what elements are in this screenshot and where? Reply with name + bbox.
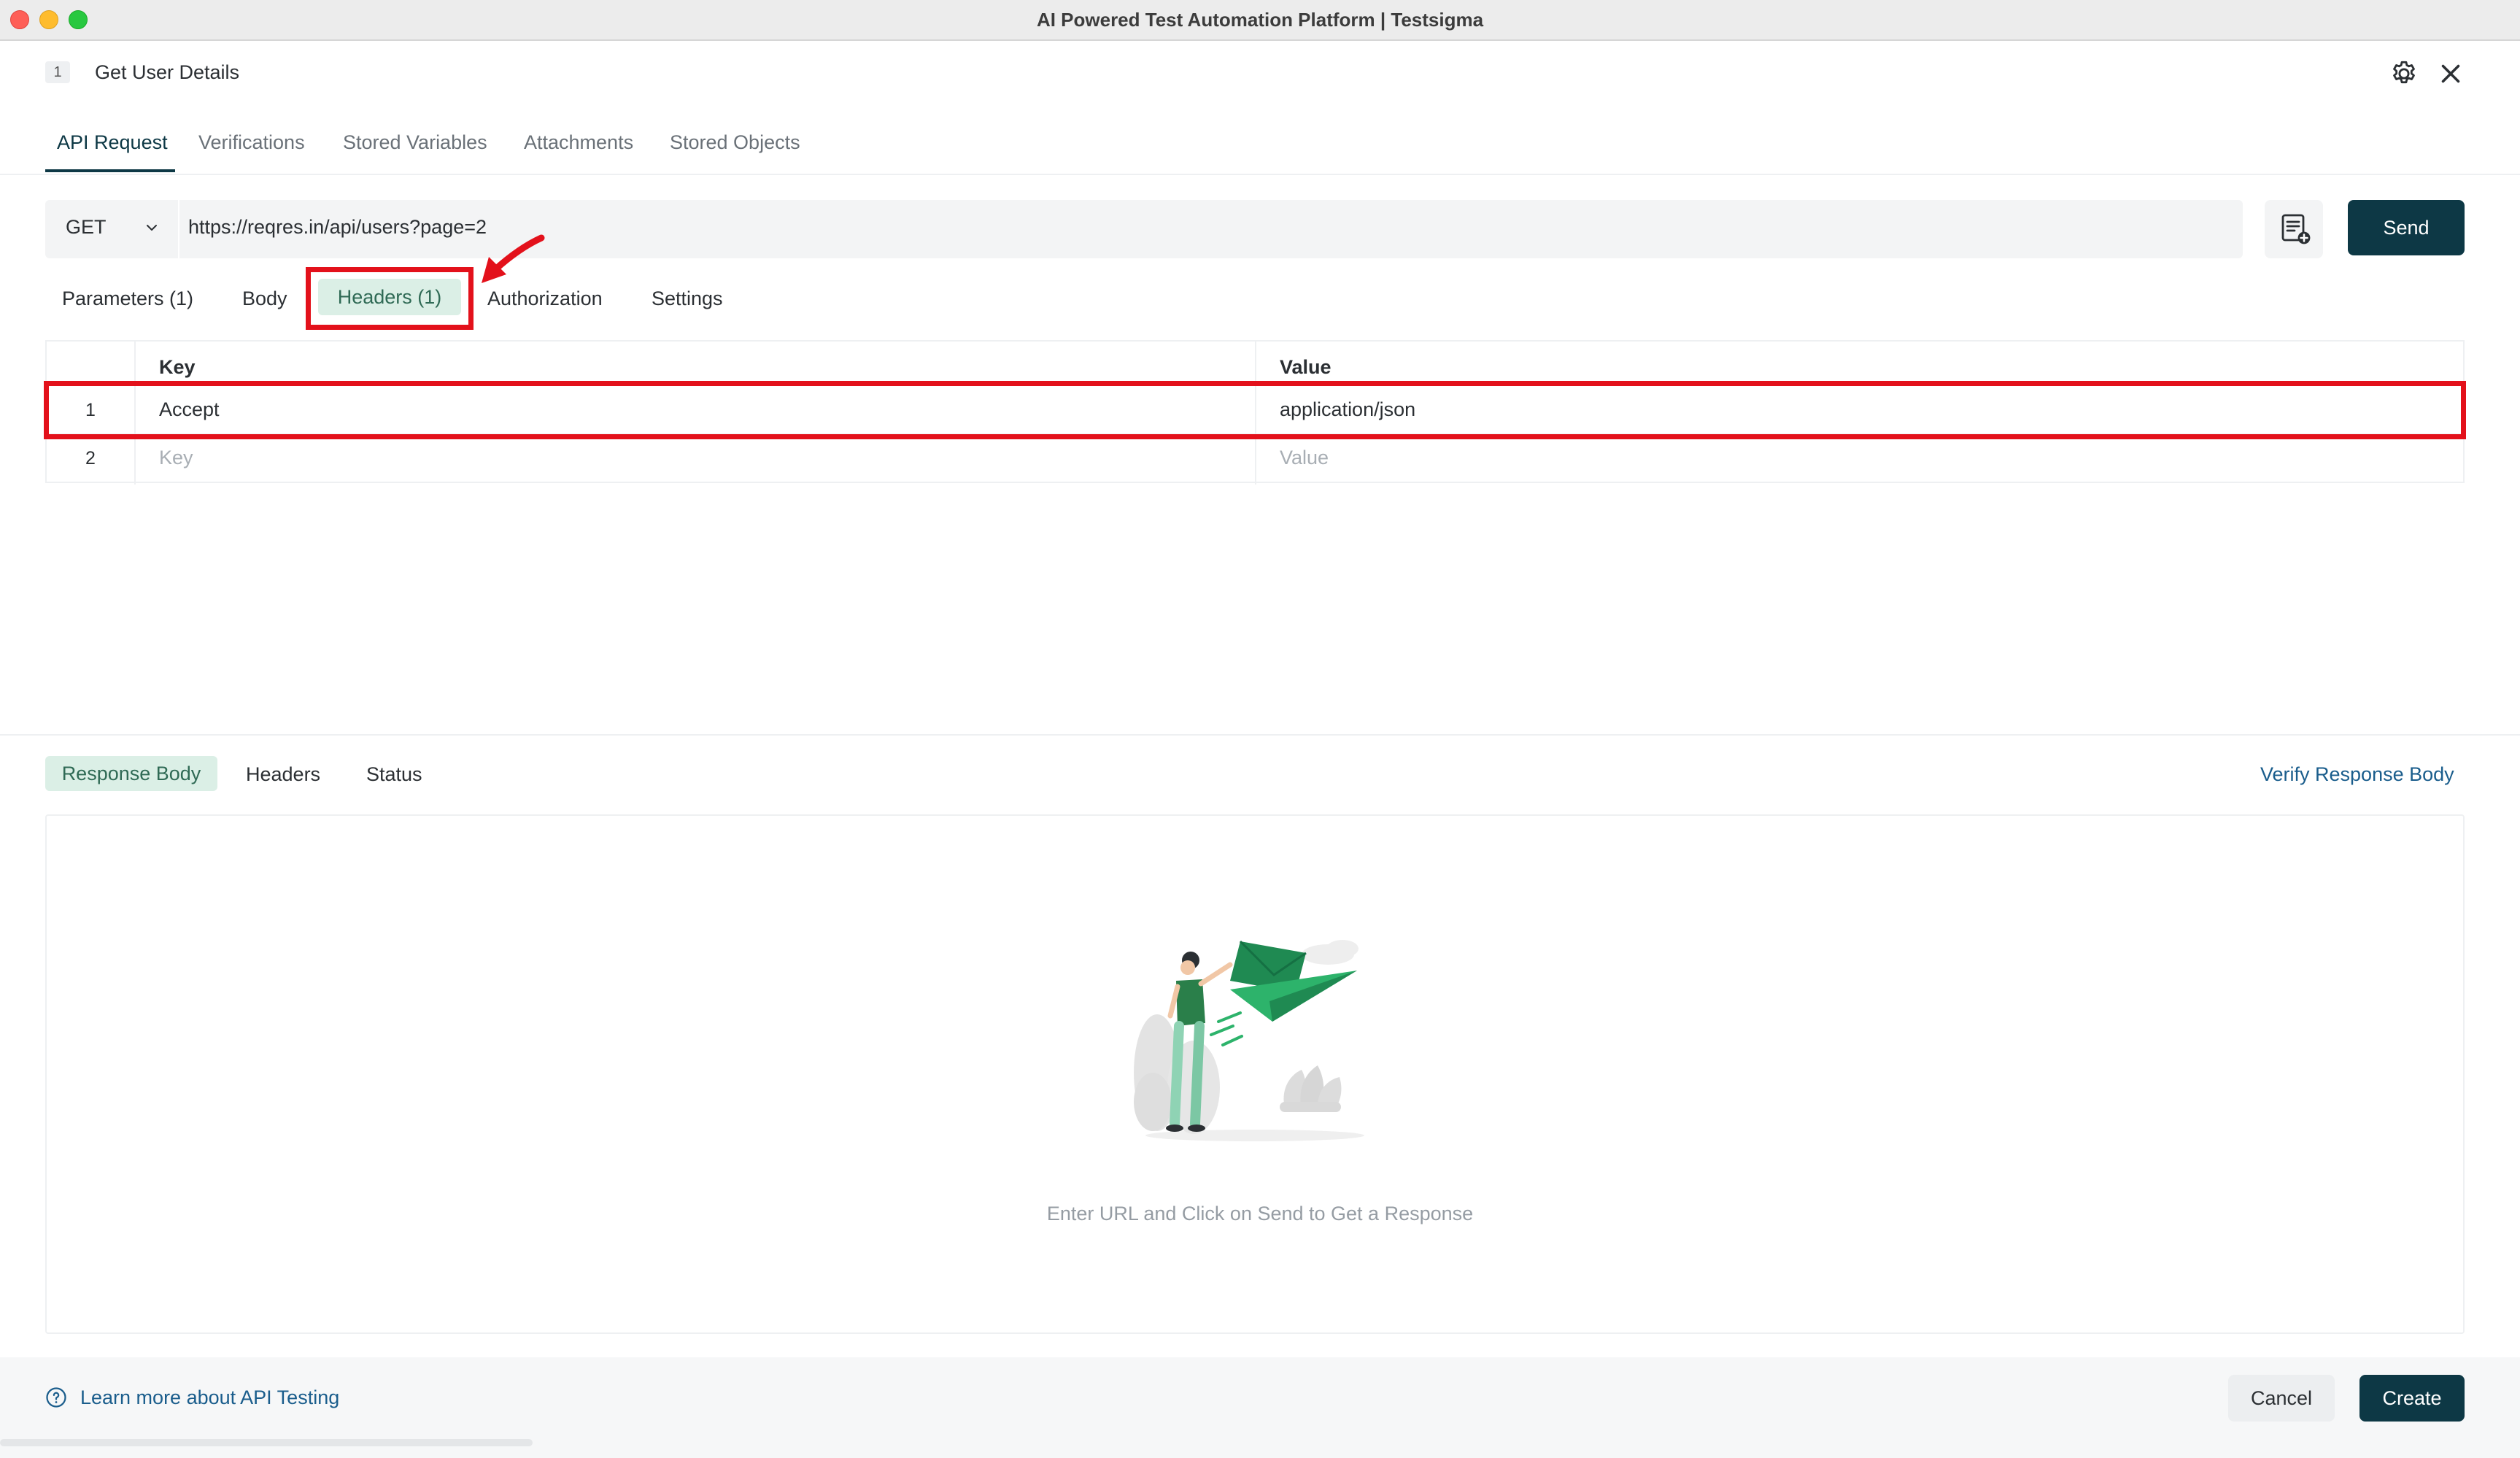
active-tab-indicator [45,169,175,172]
url-input[interactable]: https://reqres.in/api/users?page=2 [188,216,487,239]
red-arrow-annotation [482,234,545,283]
tabs-divider [0,174,2520,175]
tab-verifications[interactable]: Verifications [198,131,305,154]
tab-authorization[interactable]: Authorization [487,288,603,310]
column-header-key: Key [159,356,196,378]
tab-response-status[interactable]: Status [366,763,422,786]
tab-response-body[interactable]: Response Body [45,756,217,791]
highlight-box-accept-row [44,381,2466,439]
header-key-input[interactable]: Key [159,447,193,469]
empty-response-message: Enter URL and Click on Send to Get a Res… [1046,1203,1474,1224]
horizontal-scrollbar[interactable] [0,1439,533,1446]
step-number-badge: 1 [45,61,70,83]
send-button[interactable]: Send [2348,200,2465,255]
help-circle-icon[interactable] [45,1386,67,1408]
request-url-bar: GET https://reqres.in/api/users?page=2 [45,200,2243,258]
cancel-button[interactable]: Cancel [2228,1375,2335,1422]
verify-response-body-link[interactable]: Verify Response Body [2260,763,2454,786]
step-title: Get User Details [95,61,240,83]
tab-settings[interactable]: Settings [652,288,723,310]
tab-attachments[interactable]: Attachments [524,131,633,154]
tab-parameters[interactable]: Parameters (1) [62,288,193,310]
tab-response-headers[interactable]: Headers [246,763,320,786]
column-header-value: Value [1280,356,1331,378]
tab-stored-objects[interactable]: Stored Objects [670,131,800,154]
row-number: 2 [85,448,96,468]
tab-stored-variables[interactable]: Stored Variables [343,131,487,154]
url-divider [178,200,179,258]
header-value-input[interactable]: Value [1280,447,1329,469]
create-button[interactable]: Create [2359,1375,2465,1422]
gear-icon[interactable] [2389,58,2419,89]
tab-api-request[interactable]: API Request [57,131,168,154]
close-icon[interactable] [2435,58,2466,89]
tab-body[interactable]: Body [242,288,287,310]
add-document-button[interactable] [2265,200,2323,258]
document-add-icon [2281,214,2311,244]
empty-response-illustration [1134,940,1364,1141]
highlight-box-headers-tab [306,267,474,330]
window-titlebar: AI Powered Test Automation Platform | Te… [0,0,2520,41]
response-divider [0,734,2520,736]
window-title: AI Powered Test Automation Platform | Te… [1036,9,1484,31]
learn-more-api-testing-link[interactable]: Learn more about API Testing [80,1386,339,1409]
chevron-down-icon[interactable] [143,219,161,236]
method-select[interactable]: GET [66,216,107,239]
